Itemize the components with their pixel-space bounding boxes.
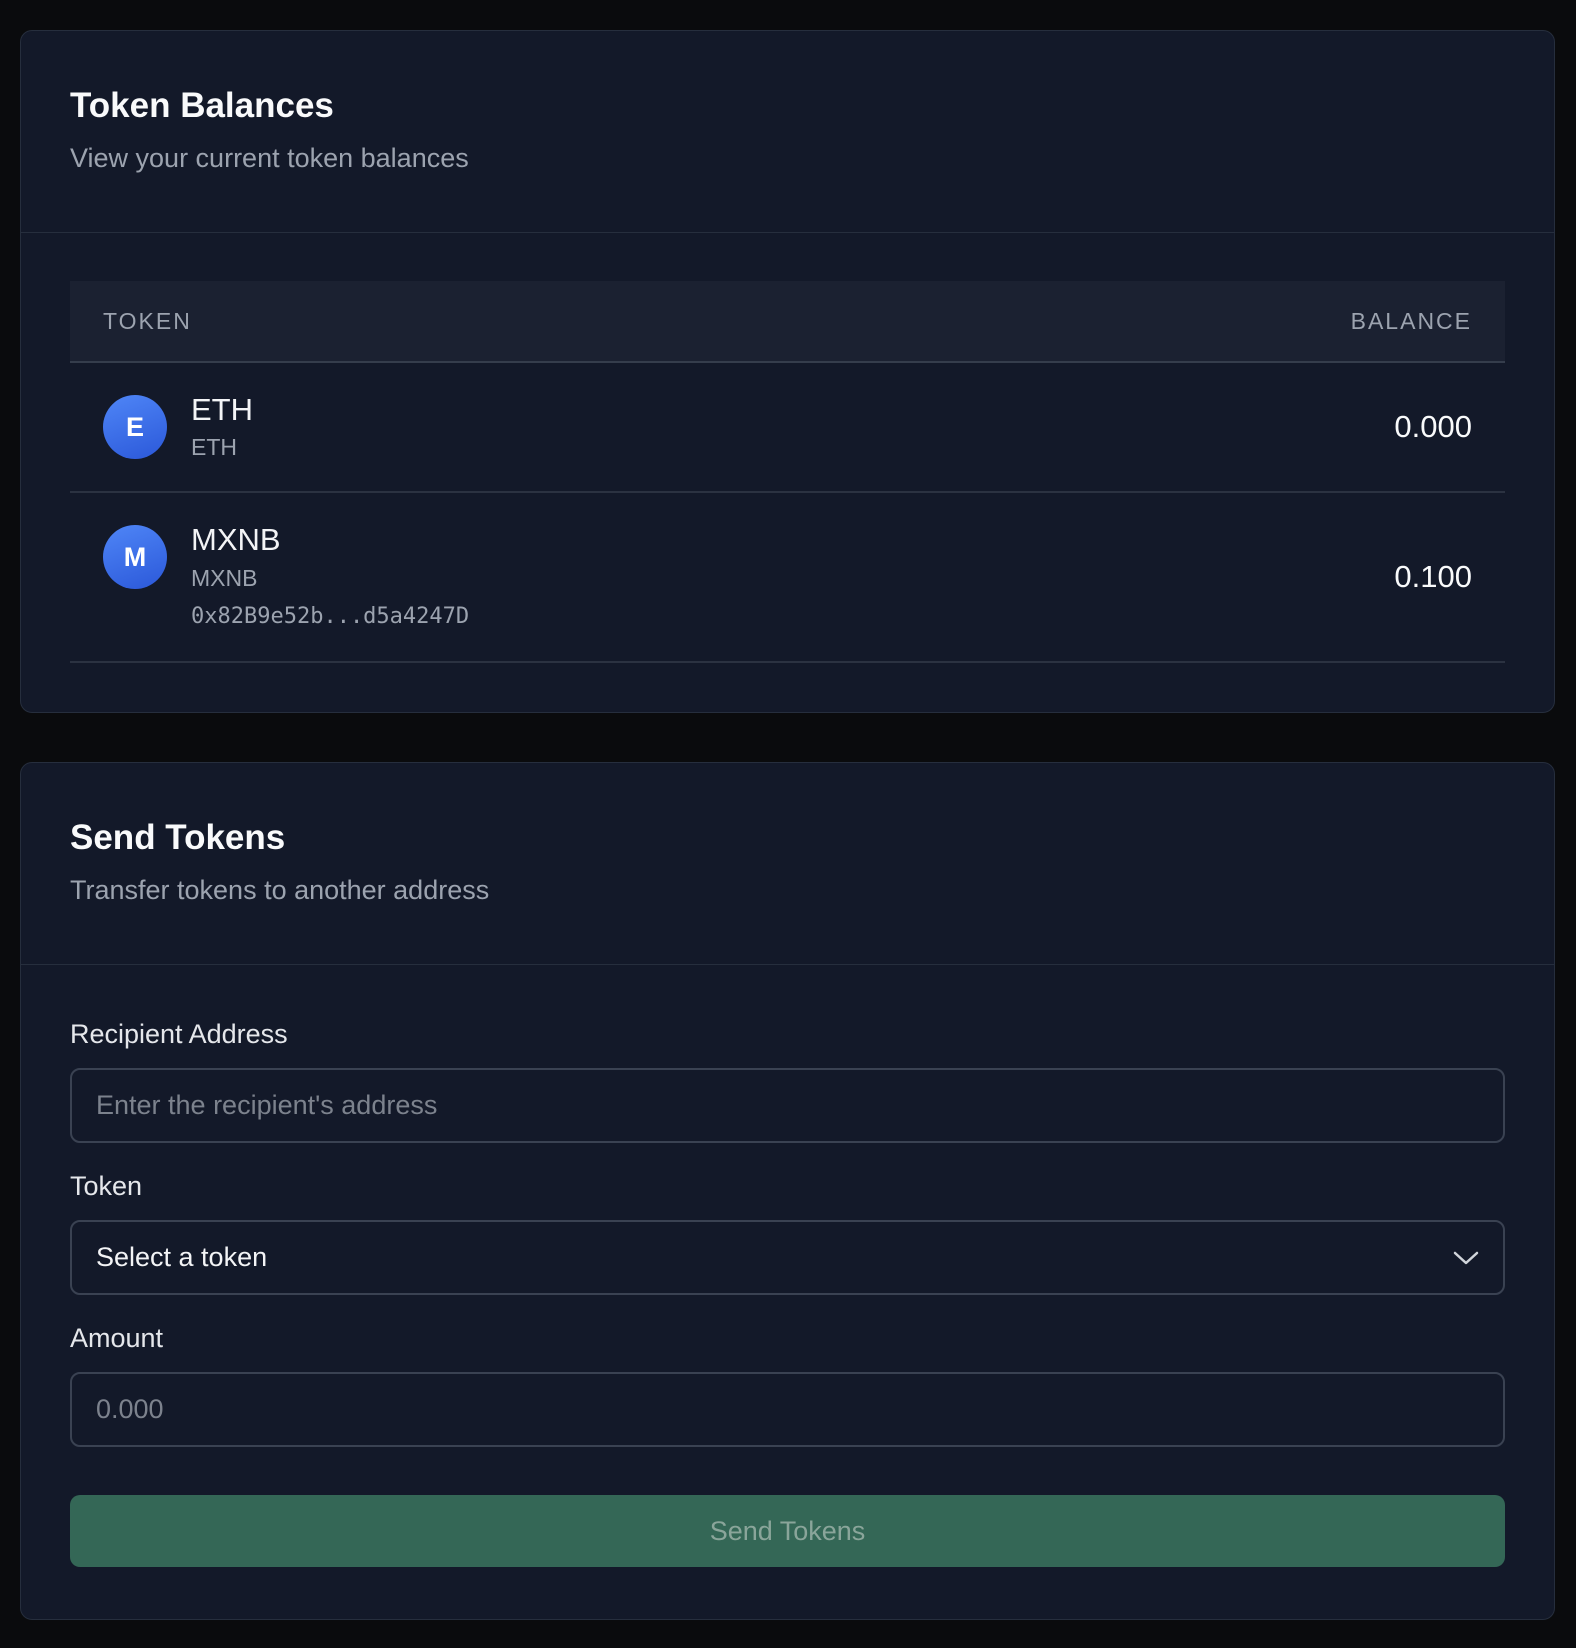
amount-input[interactable] (70, 1372, 1505, 1448)
send-tokens-header: Send Tokens Transfer tokens to another a… (21, 763, 1554, 965)
balances-table: TOKEN BALANCE E ETH ETH 0.000 M MXNB MXN… (70, 281, 1505, 663)
token-symbol: ETH (191, 434, 237, 461)
token-name: ETH (191, 391, 253, 427)
recipient-label: Recipient Address (70, 1019, 288, 1049)
amount-label: Amount (70, 1323, 164, 1354)
token-balances-subtitle: View your current token balances (70, 143, 469, 173)
token-info: MXNB MXNB 0x82B9e52b...d5a4247D (191, 521, 469, 629)
send-tokens-form: Recipient Address Token Select a token A… (21, 965, 1554, 1568)
recipient-address-input[interactable] (70, 1068, 1505, 1144)
token-balances-header: Token Balances View your current token b… (21, 31, 1554, 233)
table-row-eth: E ETH ETH 0.000 (70, 363, 1505, 493)
send-tokens-card: Send Tokens Transfer tokens to another a… (20, 762, 1555, 1620)
token-balances-title: Token Balances (70, 86, 334, 125)
send-tokens-subtitle: Transfer tokens to another address (70, 875, 490, 905)
token-balances-body: TOKEN BALANCE E ETH ETH 0.000 M MXNB MXN… (21, 233, 1554, 663)
token-balances-card: Token Balances View your current token b… (20, 30, 1555, 713)
amount-field: Amount (70, 1321, 1505, 1448)
token-field: Token Select a token (70, 1169, 1505, 1296)
chevron-down-icon (1453, 1245, 1479, 1271)
token-cell: E ETH ETH (103, 391, 253, 464)
column-header-balance: BALANCE (1350, 307, 1472, 334)
token-select[interactable]: Select a token (70, 1220, 1505, 1296)
token-avatar-mxnb: M (103, 525, 167, 589)
column-header-token: TOKEN (103, 307, 192, 334)
token-avatar-eth: E (103, 395, 167, 459)
recipient-field: Recipient Address (70, 1017, 1505, 1144)
token-select-value: Select a token (96, 1242, 268, 1273)
table-header: TOKEN BALANCE (70, 281, 1505, 363)
token-label: Token (70, 1171, 143, 1202)
token-name: MXNB (191, 522, 281, 557)
table-row-mxnb: M MXNB MXNB 0x82B9e52b...d5a4247D 0.100 (70, 493, 1505, 663)
token-info: ETH ETH (191, 391, 253, 464)
token-contract-address: 0x82B9e52b...d5a4247D (191, 603, 470, 629)
token-cell: M MXNB MXNB 0x82B9e52b...d5a4247D (103, 493, 469, 661)
token-balance: 0.100 (1394, 559, 1472, 594)
send-tokens-title: Send Tokens (70, 818, 286, 857)
token-symbol: MXNB (191, 564, 258, 591)
token-balance: 0.000 (1394, 409, 1472, 444)
send-tokens-button[interactable]: Send Tokens (70, 1495, 1505, 1568)
